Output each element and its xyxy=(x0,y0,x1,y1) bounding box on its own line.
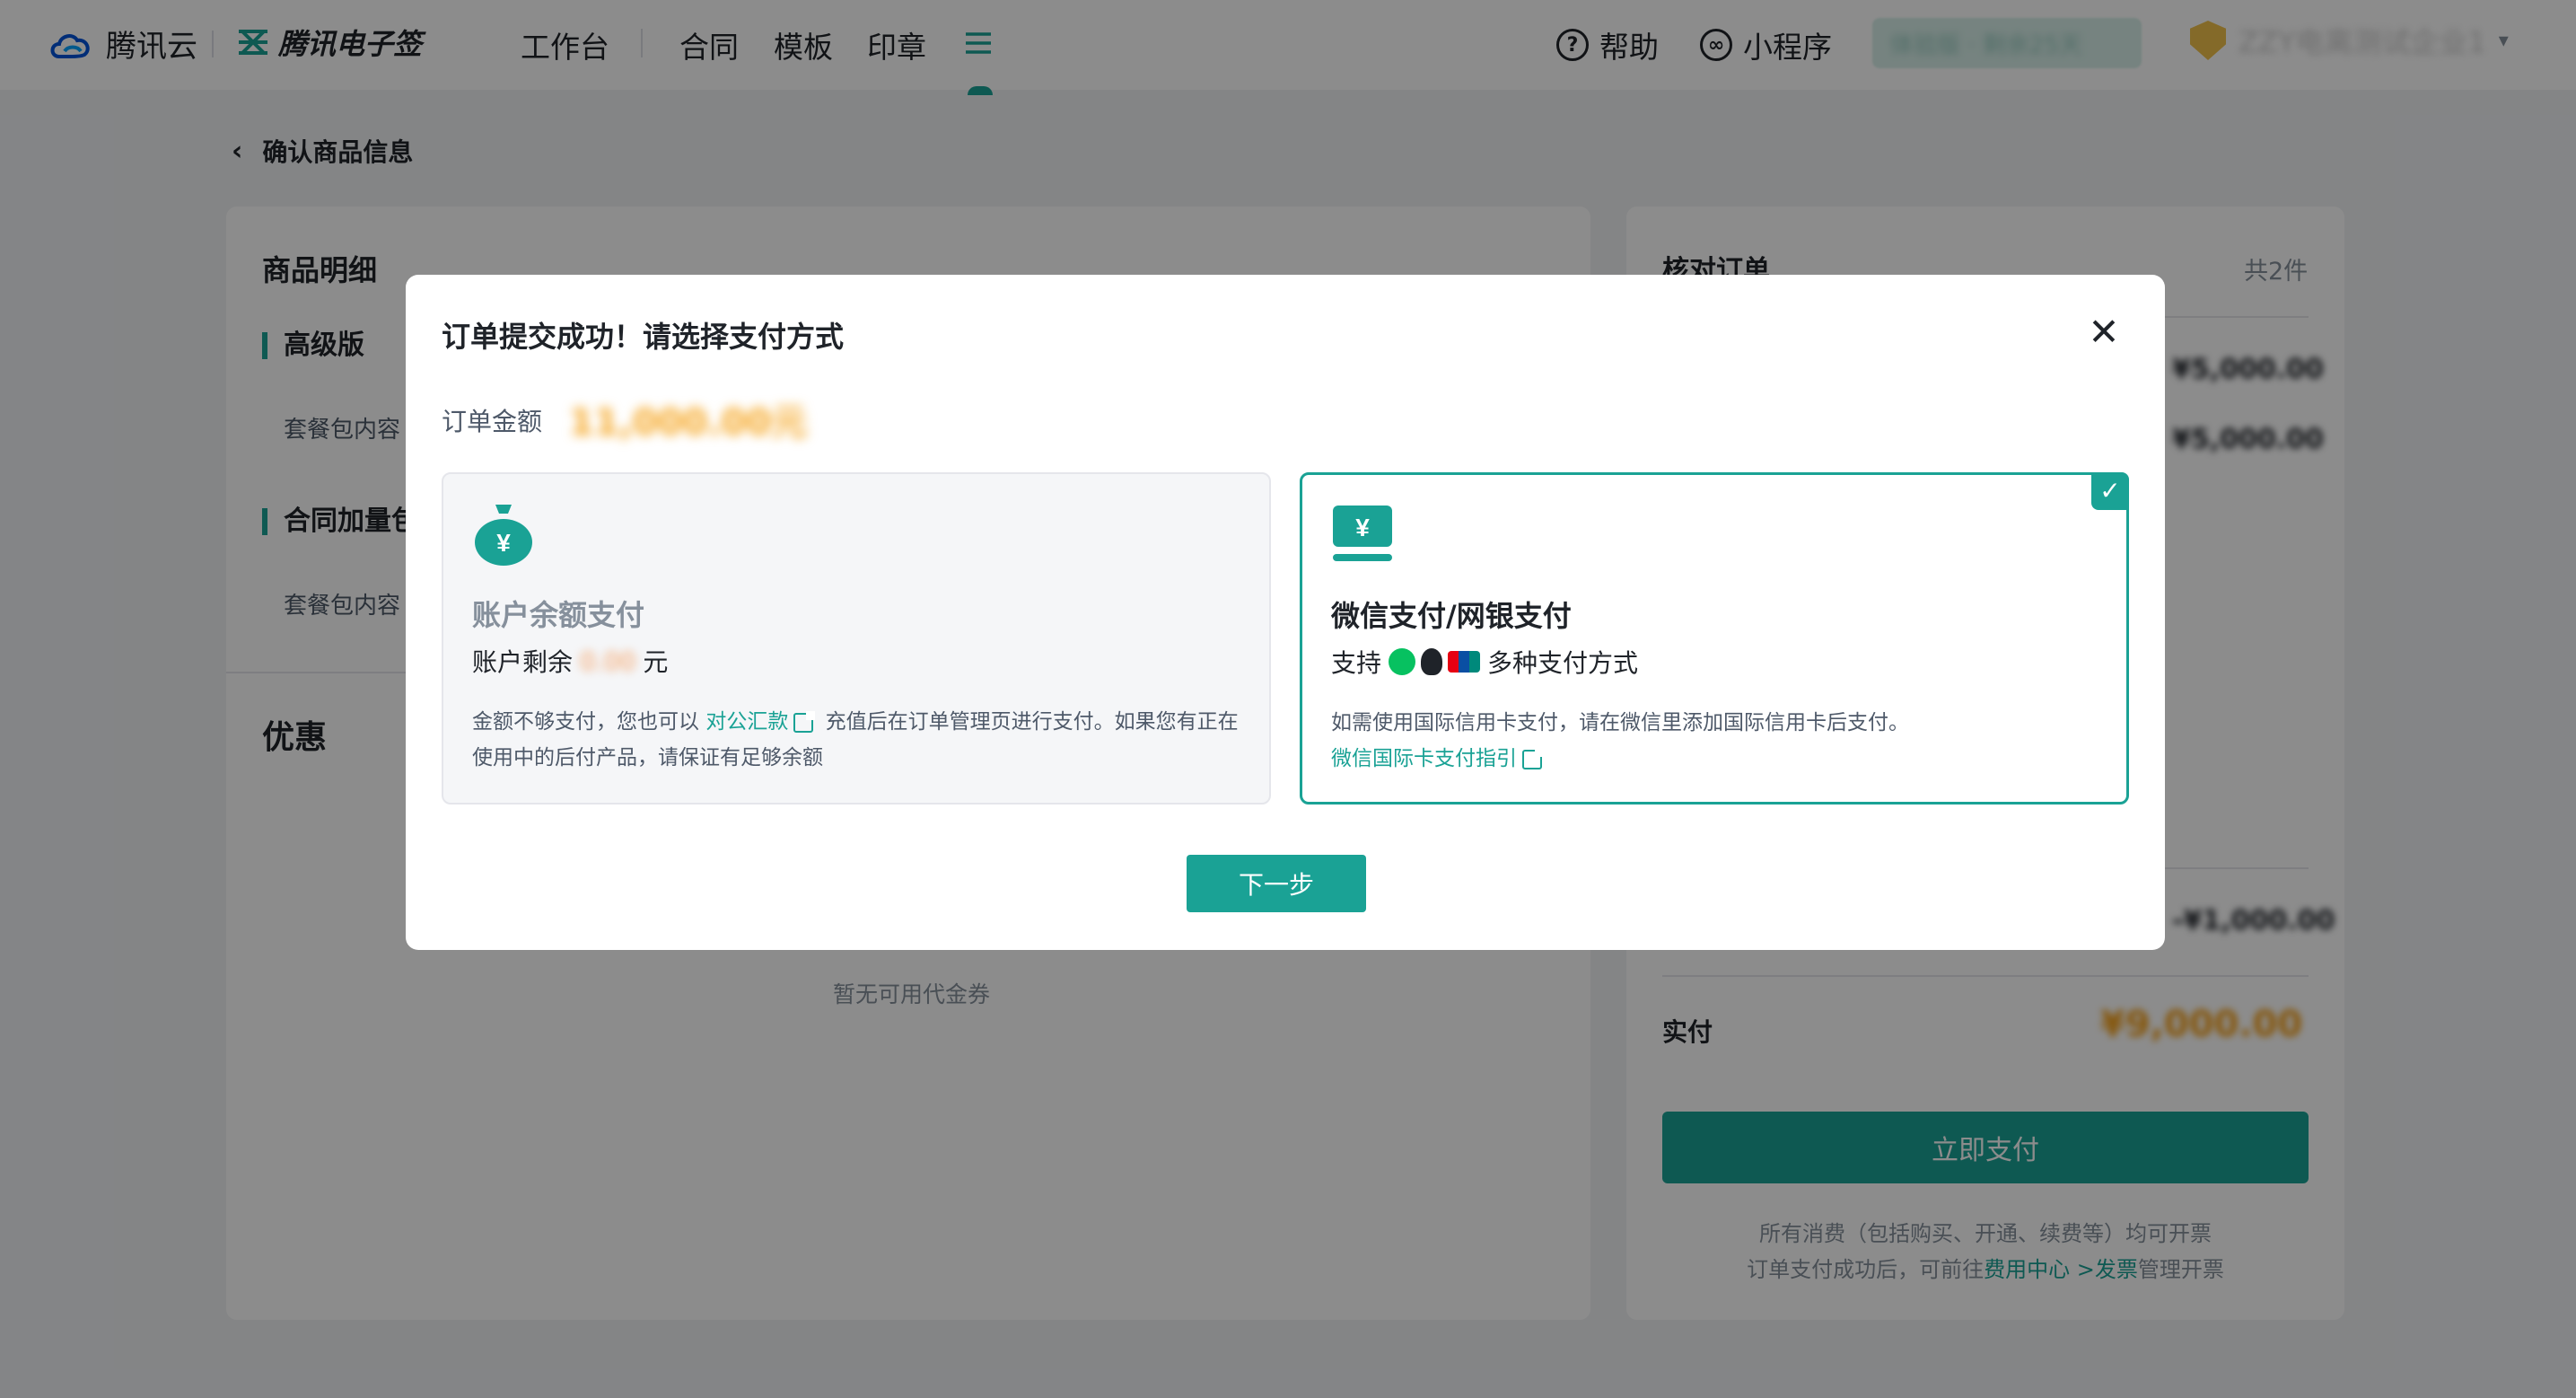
unionpay-icon xyxy=(1448,651,1481,673)
external-link-icon[interactable] xyxy=(1522,747,1544,769)
qq-pay-icon xyxy=(1421,648,1443,675)
svg-text:¥: ¥ xyxy=(496,529,511,557)
balance-remaining-row: 账户剩余 0.00 元 xyxy=(472,643,668,679)
support-suffix: 多种支付方式 xyxy=(1487,648,1639,678)
balance-desc-prefix: 金额不够支付，您也可以 xyxy=(472,710,699,734)
support-prefix: 支持 xyxy=(1331,648,1382,678)
payment-option-balance[interactable]: ¥ 账户余额支付 账户剩余 0.00 元 金额不够支付，您也可以 对公汇款 充值… xyxy=(442,472,1271,805)
balance-option-desc: 金额不够支付，您也可以 对公汇款 充值后在订单管理页进行支付。如果您有正在使用中… xyxy=(472,704,1244,776)
intl-card-guide-link[interactable]: 微信国际卡支付指引 xyxy=(1331,747,1517,770)
balance-value: 0.00 xyxy=(580,646,636,676)
balance-prefix: 账户剩余 xyxy=(472,647,574,677)
balance-option-title: 账户余额支付 xyxy=(472,598,645,632)
online-option-title: 微信支付/网银支付 xyxy=(1331,599,1572,633)
external-link-icon[interactable] xyxy=(793,710,816,733)
close-icon[interactable]: ✕ xyxy=(2086,313,2122,351)
payment-method-dialog: 订单提交成功！请选择支付方式 ✕ 订单金额 11,000.00元 ¥ 账户余额支… xyxy=(406,275,2165,950)
payment-icons xyxy=(1389,648,1481,675)
bank-card-icon: ¥ xyxy=(1333,506,1392,561)
dialog-title: 订单提交成功！请选择支付方式 xyxy=(442,320,845,354)
payment-option-online[interactable]: ¥ 微信支付/网银支付 支持 多种支付方式 如需使用国际信用卡支付，请在微信里添… xyxy=(1300,472,2129,805)
intl-card-desc: 如需使用国际信用卡支付，请在微信里添加国际信用卡后支付。 xyxy=(1331,711,1909,734)
balance-suffix: 元 xyxy=(643,647,669,677)
order-amount-value: 11,000.00元 xyxy=(569,402,808,444)
online-option-desc: 如需使用国际信用卡支付，请在微信里添加国际信用卡后支付。 微信国际卡支付指引 xyxy=(1331,705,2103,777)
order-amount-label: 订单金额 xyxy=(442,407,543,436)
next-step-button[interactable]: 下一步 xyxy=(1187,855,1366,912)
supported-methods-row: 支持 多种支付方式 xyxy=(1331,644,1638,680)
svg-text:¥: ¥ xyxy=(1355,514,1370,541)
selected-check-icon: ✓ xyxy=(2091,472,2129,510)
corporate-transfer-link[interactable]: 对公汇款 xyxy=(705,710,788,734)
wechat-pay-icon xyxy=(1389,648,1416,675)
money-bag-icon: ¥ xyxy=(475,505,532,566)
